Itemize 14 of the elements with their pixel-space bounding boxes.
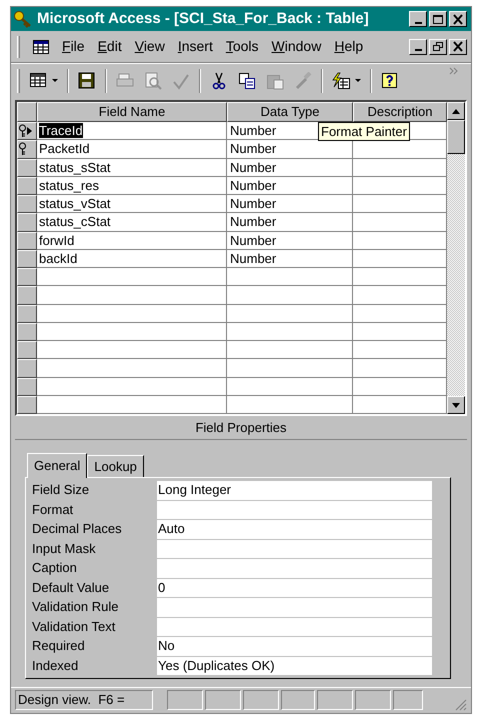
status-text: Design view. F6 =	[15, 690, 153, 710]
section-title: Field Properties	[195, 418, 287, 437]
tooltip: Format Painter	[318, 122, 410, 141]
property-label: Input Mask	[32, 540, 96, 556]
property-label: Required	[32, 638, 85, 653]
property-label: Caption	[32, 560, 77, 575]
window-title: Microsoft Access - [SCI_Sta_For_Back : Table]	[37, 8, 370, 29]
property-label: Default Value	[32, 580, 110, 594]
property-label: Validation Text	[32, 618, 116, 634]
property-label: Indexed	[32, 658, 78, 672]
property-label: Format	[32, 502, 74, 516]
property-label: Validation Rule	[32, 599, 118, 614]
property-label: Decimal Places	[32, 521, 122, 536]
property-label: Field Size	[32, 482, 90, 497]
